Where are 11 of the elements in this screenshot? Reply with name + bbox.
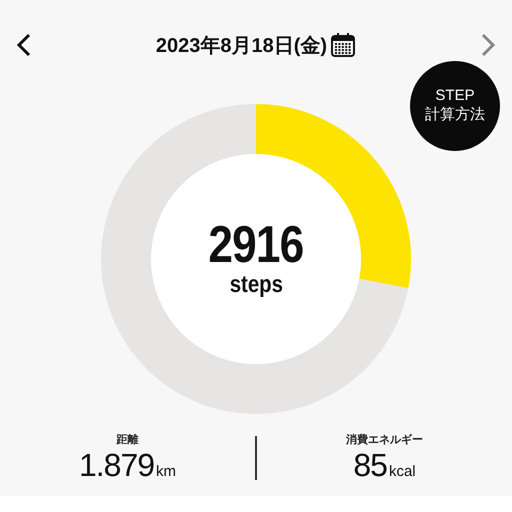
stat-unit: km bbox=[156, 463, 176, 480]
stat-unit: kcal bbox=[388, 463, 416, 480]
step-unit: steps bbox=[229, 271, 283, 299]
stat-value: 85 bbox=[353, 447, 387, 484]
stat-label: 消費エネルギー bbox=[346, 432, 423, 447]
date-title: 2023年8月18日(金) bbox=[156, 34, 328, 58]
step-count: 2916 bbox=[208, 219, 304, 271]
stat-value: 1.879 bbox=[78, 447, 154, 484]
calendar-icon[interactable] bbox=[330, 32, 356, 58]
step-calculation-button[interactable]: STEP 計算方法 bbox=[410, 61, 500, 151]
stat-label: 距離 bbox=[116, 432, 138, 447]
